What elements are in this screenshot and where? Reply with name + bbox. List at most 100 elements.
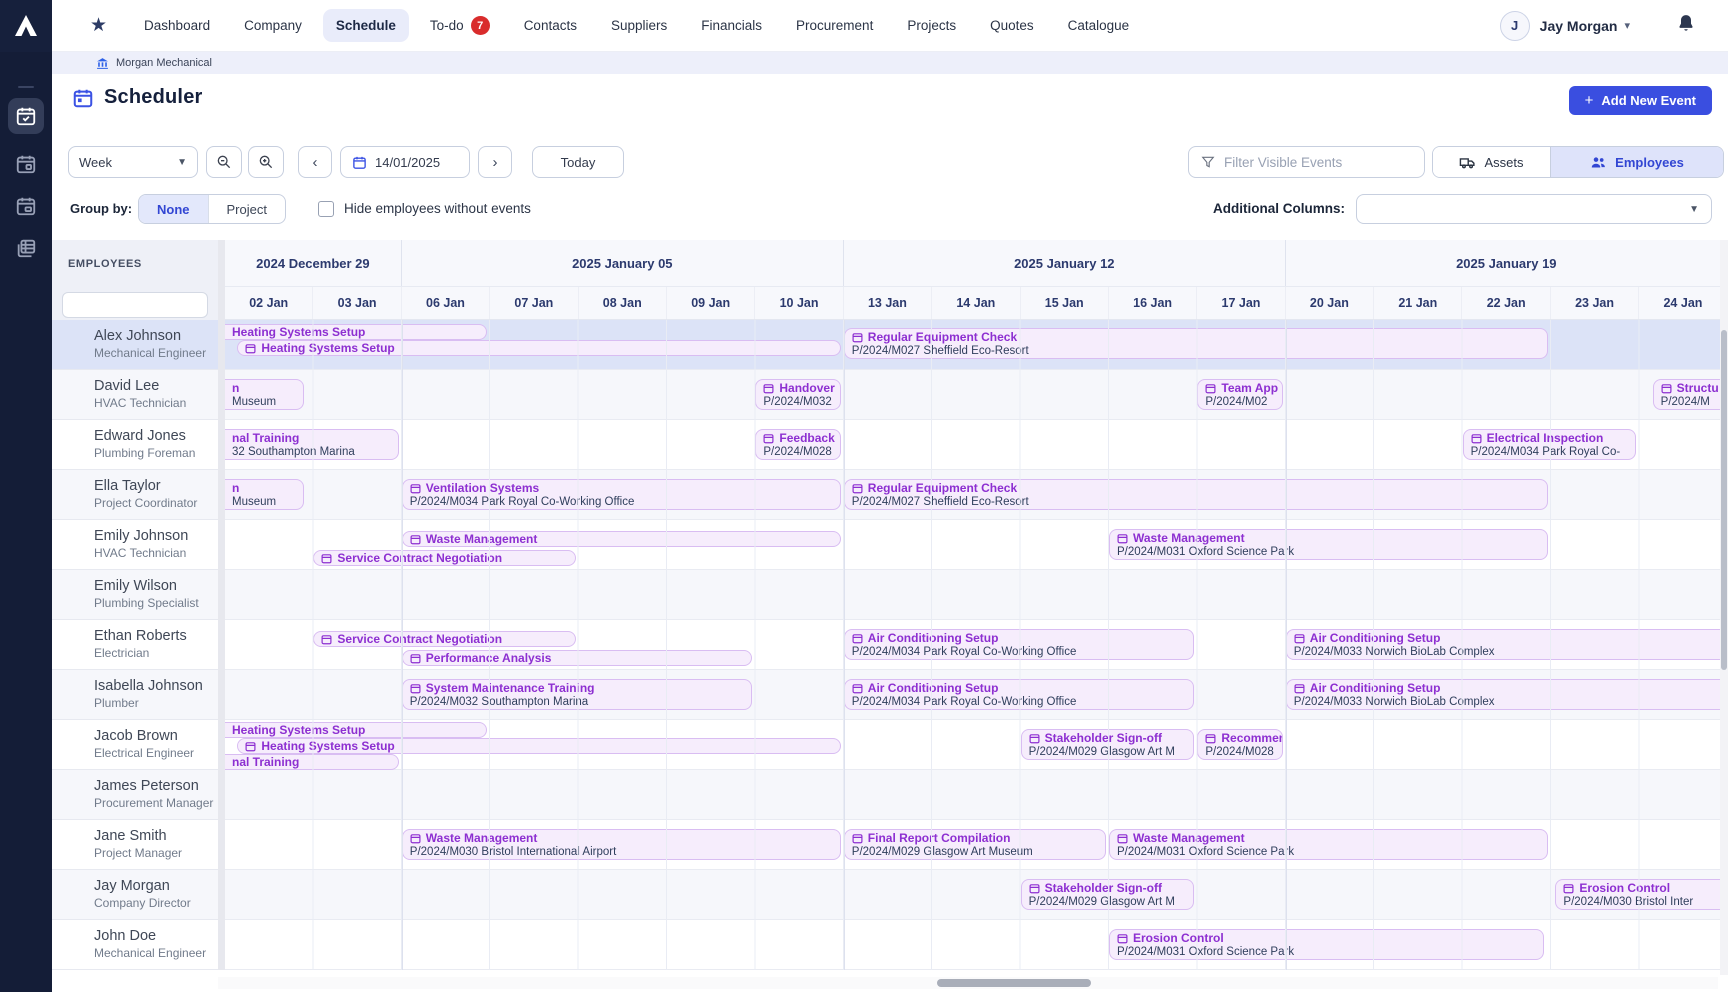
app-logo[interactable] xyxy=(0,0,52,52)
event[interactable]: Erosion ControlP/2024/M030 Bristol Inter xyxy=(1555,879,1727,910)
event[interactable]: Air Conditioning SetupP/2024/M033 Norwic… xyxy=(1286,629,1728,660)
employees-toggle-button[interactable]: Employees xyxy=(1551,147,1723,177)
event[interactable]: Service Contract Negotiation xyxy=(313,631,575,647)
zoom-in-button[interactable] xyxy=(248,146,284,178)
event[interactable]: Ventilation SystemsP/2024/M034 Park Roya… xyxy=(402,479,841,510)
assets-toggle-button[interactable]: Assets xyxy=(1433,147,1551,177)
employee-search-input[interactable] xyxy=(62,292,208,318)
event[interactable]: Regular Equipment CheckP/2024/M027 Sheff… xyxy=(844,328,1548,359)
employee-row-isabella-johnson[interactable]: Isabella JohnsonPlumber xyxy=(52,670,218,720)
employee-row-jacob-brown[interactable]: Jacob BrownElectrical Engineer xyxy=(52,720,218,770)
employee-row-edward-jones[interactable]: Edward JonesPlumbing Foreman xyxy=(52,420,218,470)
sidebar-item-scheduler[interactable] xyxy=(8,98,44,134)
employee-row-ethan-roberts[interactable]: Ethan RobertsElectrician xyxy=(52,620,218,670)
event[interactable]: Stakeholder Sign-offP/2024/M029 Glasgow … xyxy=(1021,729,1195,760)
horizontal-scrollbar-thumb[interactable] xyxy=(937,979,1091,987)
filter-events-input[interactable]: Filter Visible Events xyxy=(1188,146,1425,178)
event[interactable]: Team AppP/2024/M02 xyxy=(1197,379,1282,410)
sidebar-item-calendar-day[interactable] xyxy=(8,146,44,182)
event[interactable]: Heating Systems Setup xyxy=(237,340,840,356)
calendar-row-jane-smith[interactable]: Waste ManagementP/2024/M030 Bristol Inte… xyxy=(225,820,1728,870)
nav-item-dashboard[interactable]: Dashboard xyxy=(131,9,223,42)
event[interactable]: Heating Systems Setup xyxy=(237,738,840,754)
event[interactable]: Air Conditioning SetupP/2024/M034 Park R… xyxy=(844,629,1195,660)
nav-item-schedule[interactable]: Schedule xyxy=(323,9,409,42)
additional-columns-select[interactable]: ▼ xyxy=(1356,194,1712,224)
calendar-row-ella-taylor[interactable]: nMuseum Ventilation SystemsP/2024/M034 Pa… xyxy=(225,470,1728,520)
employee-row-emily-wilson[interactable]: Emily WilsonPlumbing Specialist xyxy=(52,570,218,620)
employee-row-david-lee[interactable]: David LeeHVAC Technician xyxy=(52,370,218,420)
calendar-row-edward-jones[interactable]: nal Training32 Southampton Marina Feedbac… xyxy=(225,420,1728,470)
next-period-button[interactable]: › xyxy=(478,146,512,178)
nav-item-quotes[interactable]: Quotes xyxy=(977,9,1047,42)
nav-item-projects[interactable]: Projects xyxy=(894,9,969,42)
avatar[interactable]: J xyxy=(1500,11,1530,41)
event[interactable]: nal Training32 Southampton Marina xyxy=(225,429,399,460)
calendar-row-isabella-johnson[interactable]: System Maintenance TrainingP/2024/M032 S… xyxy=(225,670,1728,720)
sidebar-item-calendar-month[interactable] xyxy=(8,188,44,224)
employee-row-james-peterson[interactable]: James PetersonProcurement Manager xyxy=(52,770,218,820)
nav-item-contacts[interactable]: Contacts xyxy=(511,9,590,42)
event[interactable]: HandoverP/2024/M032 xyxy=(755,379,840,410)
date-picker[interactable]: 14/01/2025 xyxy=(340,146,470,178)
event[interactable]: Waste ManagementP/2024/M031 Oxford Scien… xyxy=(1109,829,1548,860)
event[interactable]: Heating Systems Setup xyxy=(225,324,487,340)
group-by-option-none[interactable]: None xyxy=(139,195,208,223)
calendar-row-ethan-roberts[interactable]: Service Contract Negotiation Performance … xyxy=(225,620,1728,670)
event[interactable]: StructuP/2024/M xyxy=(1653,379,1728,410)
today-button[interactable]: Today xyxy=(532,146,624,178)
nav-item-company[interactable]: Company xyxy=(231,9,315,42)
event[interactable]: Final Report CompilationP/2024/M029 Glas… xyxy=(844,829,1106,860)
event[interactable]: nal Training xyxy=(225,754,399,770)
hide-employees-label[interactable]: Hide employees without events xyxy=(344,194,531,224)
employee-row-jay-morgan[interactable]: Jay MorganCompany Director xyxy=(52,870,218,920)
panel-resize-handle[interactable] xyxy=(218,240,225,970)
group-by-option-project[interactable]: Project xyxy=(208,195,285,223)
calendar-row-jacob-brown[interactable]: Heating Systems SetupHeating Systems Set… xyxy=(225,720,1728,770)
calendar-row-emily-wilson[interactable] xyxy=(225,570,1728,620)
employee-row-john-doe[interactable]: John DoeMechanical Engineer xyxy=(52,920,218,970)
employee-row-alex-johnson[interactable]: Alex JohnsonMechanical Engineer xyxy=(52,320,218,370)
event[interactable]: Stakeholder Sign-offP/2024/M029 Glasgow … xyxy=(1021,879,1195,910)
hide-employees-checkbox[interactable] xyxy=(318,201,334,217)
event[interactable]: Waste ManagementP/2024/M030 Bristol Inte… xyxy=(402,829,841,860)
calendar-row-alex-johnson[interactable]: Heating Systems SetupHeating Systems Set… xyxy=(225,320,1728,370)
calendar-row-david-lee[interactable]: nMuseum HandoverP/2024/M032 Team AppP/2024… xyxy=(225,370,1728,420)
user-name[interactable]: Jay Morgan xyxy=(1540,18,1618,34)
event[interactable]: Air Conditioning SetupP/2024/M033 Norwic… xyxy=(1286,679,1728,710)
event[interactable]: Performance Analysis xyxy=(402,650,753,666)
view-mode-select[interactable]: Week▼ xyxy=(68,146,198,178)
event[interactable]: nMuseum xyxy=(225,379,304,410)
nav-item-suppliers[interactable]: Suppliers xyxy=(598,9,680,42)
previous-period-button[interactable]: ‹ xyxy=(298,146,332,178)
nav-item-to-do[interactable]: To-do7 xyxy=(417,7,503,44)
vertical-scrollbar-thumb[interactable] xyxy=(1721,330,1727,670)
event[interactable]: Service Contract Negotiation xyxy=(313,550,575,566)
favorite-star-icon[interactable]: ★ xyxy=(90,16,107,35)
nav-item-procurement[interactable]: Procurement xyxy=(783,9,886,42)
event[interactable]: System Maintenance TrainingP/2024/M032 S… xyxy=(402,679,753,710)
employee-row-jane-smith[interactable]: Jane SmithProject Manager xyxy=(52,820,218,870)
nav-item-financials[interactable]: Financials xyxy=(688,9,775,42)
notifications-bell-icon[interactable] xyxy=(1676,13,1696,38)
event[interactable]: Erosion ControlP/2024/M031 Oxford Scienc… xyxy=(1109,929,1544,960)
event[interactable]: FeedbackP/2024/M028 xyxy=(755,429,840,460)
breadcrumb-company[interactable]: Morgan Mechanical xyxy=(116,57,212,69)
event[interactable]: Regular Equipment CheckP/2024/M027 Sheff… xyxy=(844,479,1548,510)
zoom-out-button[interactable] xyxy=(206,146,242,178)
calendar-row-emily-johnson[interactable]: Waste Management Service Contract Negotia… xyxy=(225,520,1728,570)
event[interactable]: Air Conditioning SetupP/2024/M034 Park R… xyxy=(844,679,1195,710)
add-new-event-button[interactable]: + Add New Event xyxy=(1569,86,1712,115)
sidebar-item-multi-schedule[interactable] xyxy=(8,230,44,266)
event[interactable]: nMuseum xyxy=(225,479,304,510)
horizontal-scrollbar[interactable] xyxy=(218,977,1718,989)
event[interactable]: Heating Systems Setup xyxy=(225,722,487,738)
employee-row-emily-johnson[interactable]: Emily JohnsonHVAC Technician xyxy=(52,520,218,570)
calendar-row-john-doe[interactable]: Erosion ControlP/2024/M031 Oxford Scienc… xyxy=(225,920,1728,970)
calendar-row-jay-morgan[interactable]: Stakeholder Sign-offP/2024/M029 Glasgow … xyxy=(225,870,1728,920)
event[interactable]: Electrical InspectionP/2024/M034 Park Ro… xyxy=(1463,429,1637,460)
chevron-down-icon[interactable]: ▾ xyxy=(1624,19,1630,32)
calendar-row-james-peterson[interactable] xyxy=(225,770,1728,820)
nav-item-catalogue[interactable]: Catalogue xyxy=(1055,9,1143,42)
event[interactable]: Waste Management xyxy=(402,531,841,547)
